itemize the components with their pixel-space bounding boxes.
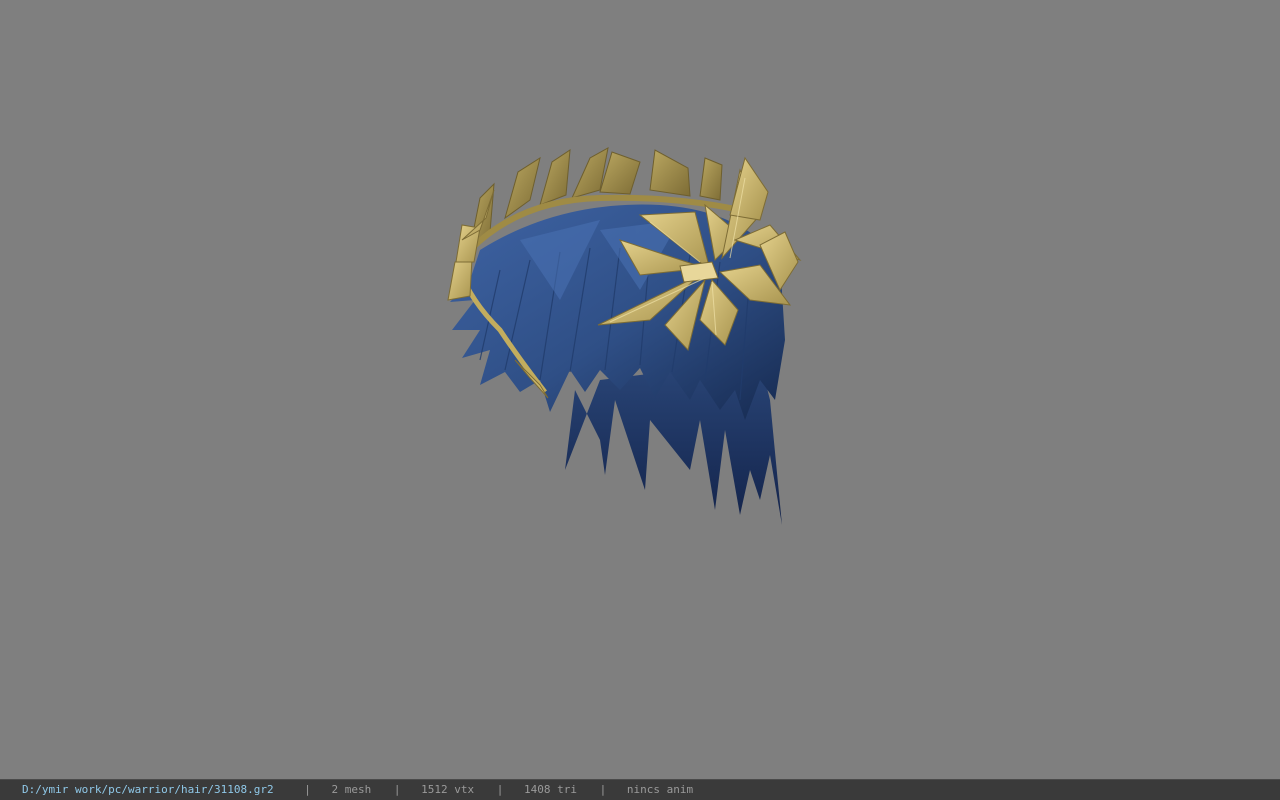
status-vertex-count: 1512 vtx: [421, 783, 475, 796]
status-separator: |: [496, 783, 504, 796]
model-render: [447, 147, 802, 525]
status-triangle-count: 1408 tri: [524, 783, 578, 796]
status-file-path: D:/ymir work/pc/warrior/hair/31108.gr2: [22, 783, 274, 796]
status-bar: D:/ymir work/pc/warrior/hair/31108.gr2 |…: [0, 779, 1280, 800]
status-mesh-count: 2 mesh: [331, 783, 372, 796]
status-separator: |: [304, 783, 311, 796]
status-separator: |: [599, 783, 607, 796]
model-viewport[interactable]: [0, 0, 1280, 779]
status-animation: nincs anim: [626, 783, 694, 796]
status-separator: |: [393, 783, 401, 796]
